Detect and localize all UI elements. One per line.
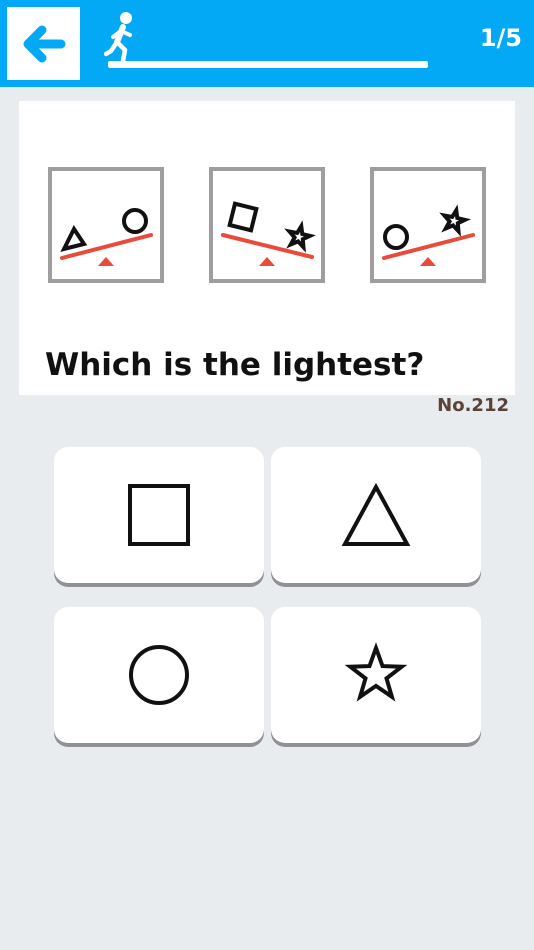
question-text: Which is the lightest? xyxy=(45,347,425,383)
top-bar: 1/5 xyxy=(0,0,534,87)
circle-icon xyxy=(129,645,189,705)
scale-panel-1 xyxy=(48,167,164,283)
answer-triangle-button[interactable] xyxy=(271,447,481,583)
scale-panel-2 xyxy=(209,167,325,283)
scale-panel-3 xyxy=(370,167,486,283)
square-icon xyxy=(128,484,190,546)
question-counter: 1/5 xyxy=(479,24,522,52)
answer-square-button[interactable] xyxy=(54,447,264,583)
running-man-icon xyxy=(104,12,132,64)
puzzle-number: No.212 xyxy=(437,395,509,416)
seesaw-triangle-heavier-icon xyxy=(60,208,153,266)
arrow-left-icon xyxy=(23,25,66,63)
seesaw-star-heavier-icon xyxy=(382,204,475,266)
answer-circle-button[interactable] xyxy=(54,607,264,743)
back-button[interactable] xyxy=(7,7,80,80)
star-icon xyxy=(344,642,408,702)
question-card: Which is the lightest? xyxy=(19,101,515,395)
answer-star-button[interactable] xyxy=(271,607,481,743)
seesaw-star-heavier-icon xyxy=(221,201,316,266)
progress-bar xyxy=(108,61,428,68)
triangle-icon xyxy=(341,482,411,546)
